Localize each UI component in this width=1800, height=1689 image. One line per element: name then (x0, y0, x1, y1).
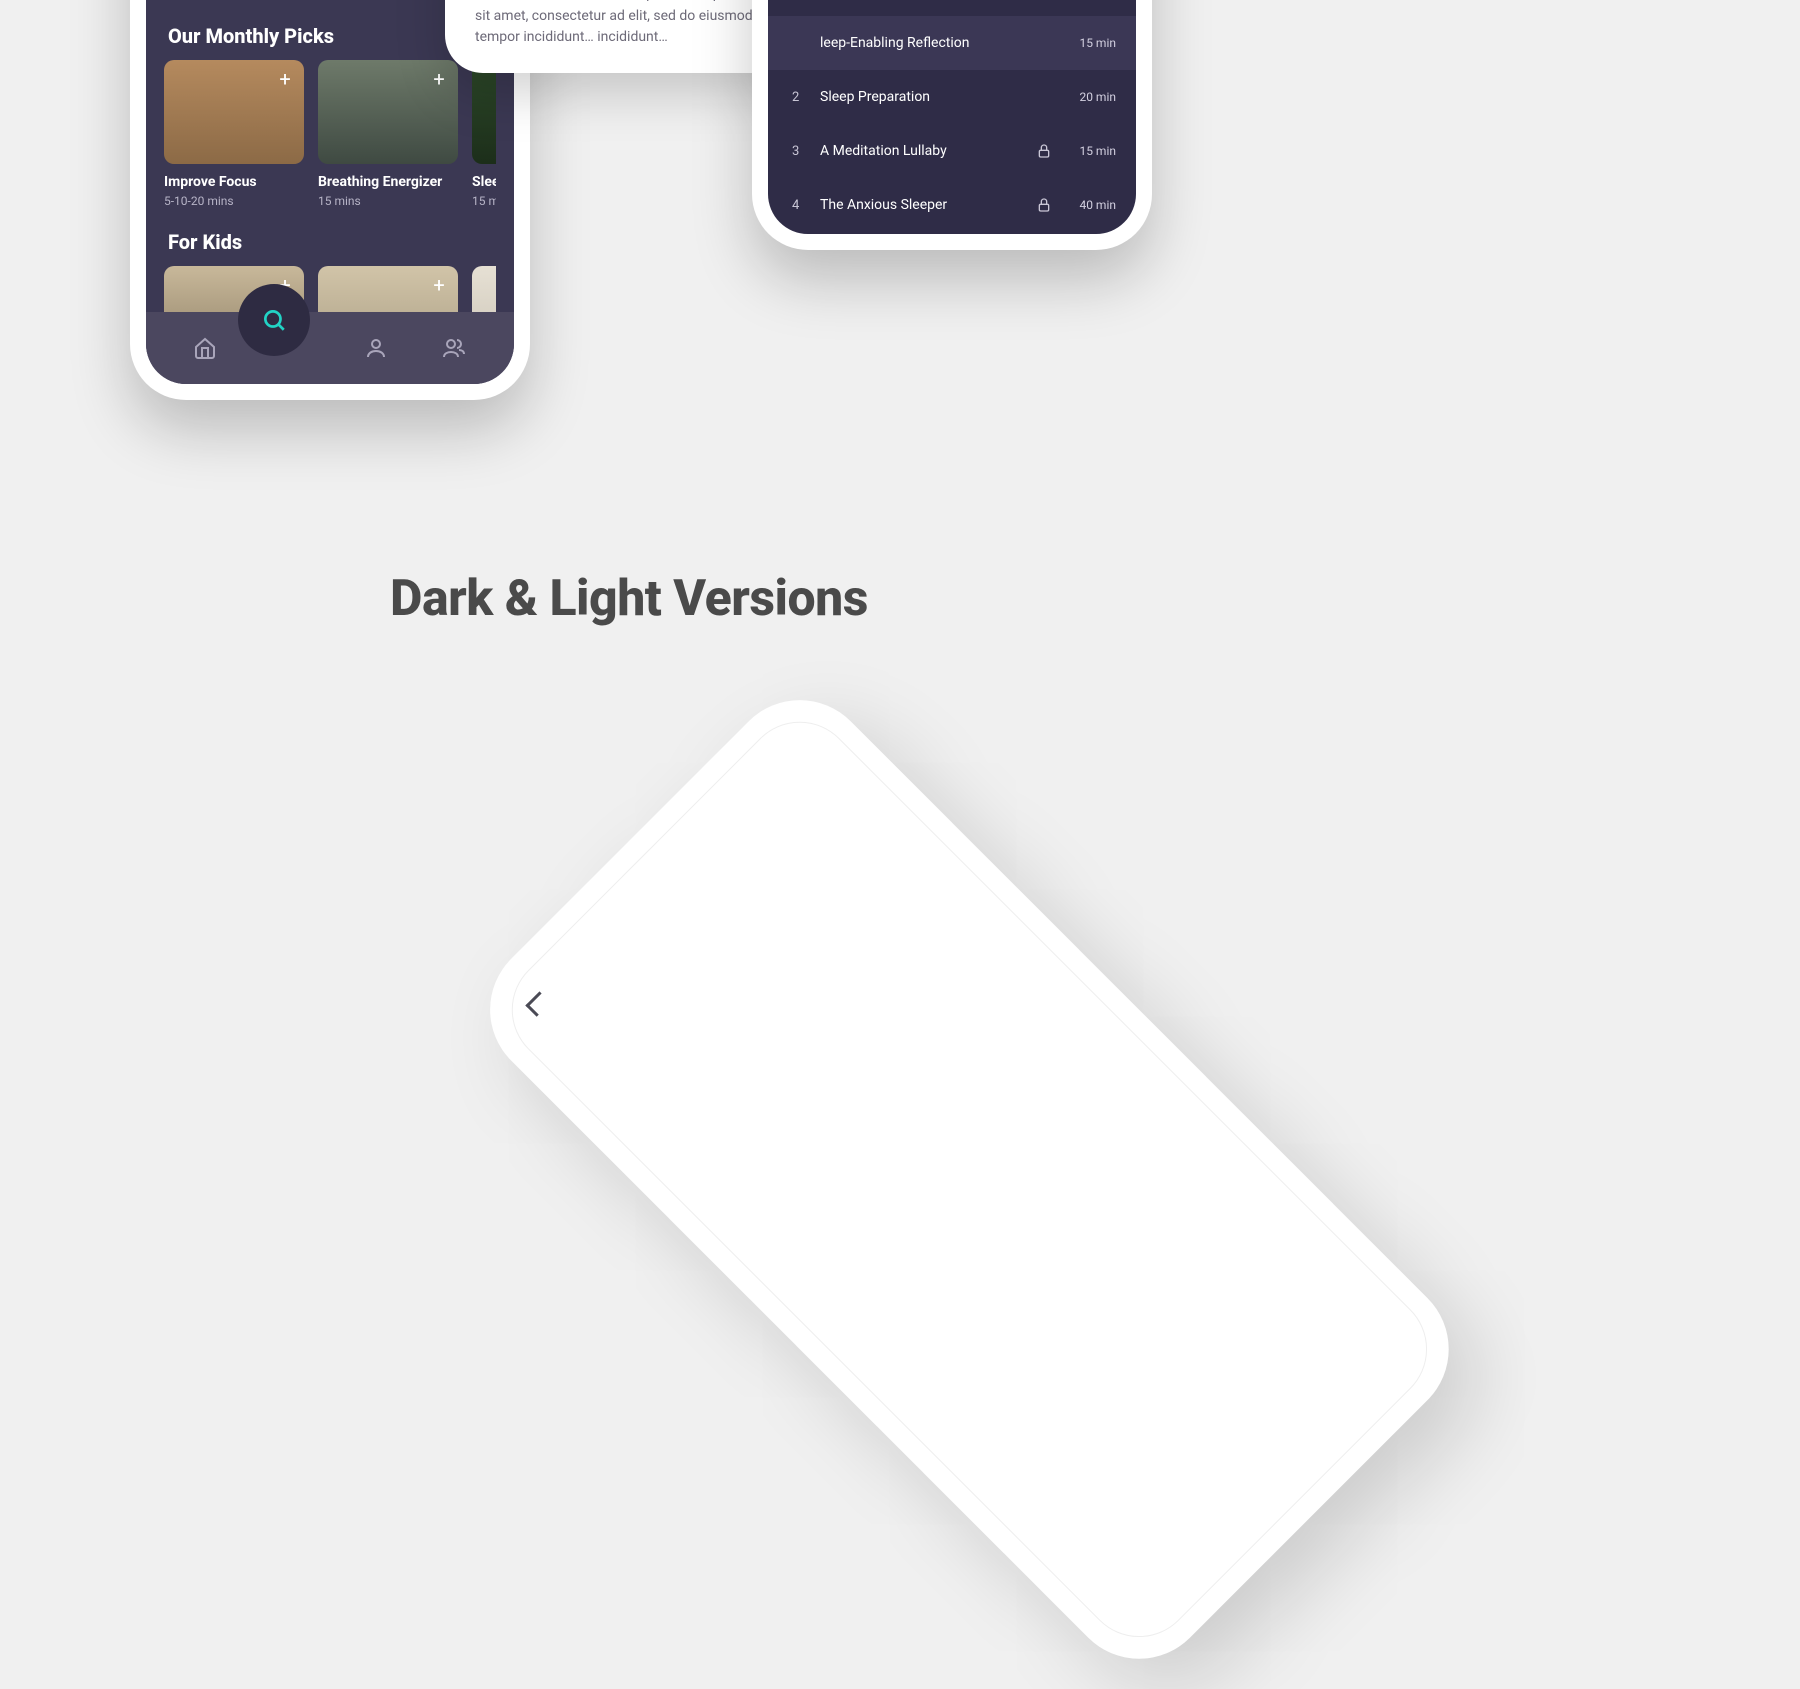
signal-icon (525, 991, 550, 1016)
track-name: Sleep Preparation (820, 89, 1052, 105)
track-row[interactable]: leep-Enabling Reflection 15 min (768, 16, 1136, 70)
home-icon[interactable] (193, 336, 217, 360)
track-duration: 40 min (1068, 198, 1116, 212)
card-improve-focus[interactable]: + Improve Focus 5-10-20 mins (164, 60, 304, 208)
card-title: Improve Focus (164, 174, 304, 190)
phone-screen: leep-Enabling Reflection 15 min 2 Sleep Pre… (768, 0, 1136, 234)
card-sleep[interactable]: + Sleep- 15 mins (472, 60, 496, 208)
card-duration: 5-10-20 mins (164, 194, 304, 208)
lock-icon (1036, 143, 1052, 159)
card-title: Breathing Energizer (318, 174, 458, 190)
card-thumbnail: + (164, 60, 304, 164)
track-name: A Meditation Lullaby (820, 143, 1020, 159)
card-duration: 15 mins (472, 194, 496, 208)
section-headline: Dark & Light Versions (0, 570, 1258, 628)
card-title: Sleep- (472, 174, 496, 190)
track-row[interactable]: 3 A Meditation Lullaby 15 min (768, 124, 1136, 178)
card-duration: 15 mins (318, 194, 458, 208)
section-title-for-kids: For Kids (168, 230, 496, 254)
card-thumbnail: + (318, 60, 458, 164)
plus-icon[interactable]: + (428, 68, 450, 90)
phone-screen (489, 699, 1451, 1661)
plus-icon[interactable]: + (428, 274, 450, 296)
phone-mockup-tracklist: leep-Enabling Reflection 15 min 2 Sleep Pre… (752, 0, 1152, 250)
track-name: The Anxious Sleeper (820, 197, 1020, 213)
track-row[interactable]: 4 The Anxious Sleeper 40 min (768, 178, 1136, 232)
users-icon[interactable] (441, 336, 467, 360)
description-text: ad elit, sed do eiusmod tempor lorem ips… (475, 0, 785, 49)
track-number: 2 (792, 90, 804, 105)
user-icon[interactable] (364, 336, 388, 360)
phone-mockup-rotated (460, 670, 1478, 1688)
plus-icon[interactable]: + (274, 68, 296, 90)
card-breathing-energizer[interactable]: + Breathing Energizer 15 mins (318, 60, 458, 208)
bottom-nav (146, 312, 514, 384)
cards-row-monthly: + Improve Focus 5-10-20 mins + Breathing… (164, 60, 496, 208)
track-duration: 15 min (1068, 36, 1116, 50)
track-number: 3 (792, 144, 804, 159)
lock-icon (1036, 197, 1052, 213)
track-duration: 15 min (1068, 144, 1116, 158)
track-duration: 20 min (1068, 90, 1116, 104)
card-thumbnail: + (472, 60, 496, 164)
track-row[interactable]: 2 Sleep Preparation 20 min (768, 70, 1136, 124)
track-name: leep-Enabling Reflection (820, 35, 1052, 51)
search-button[interactable] (238, 284, 310, 356)
track-number: 4 (792, 198, 804, 213)
